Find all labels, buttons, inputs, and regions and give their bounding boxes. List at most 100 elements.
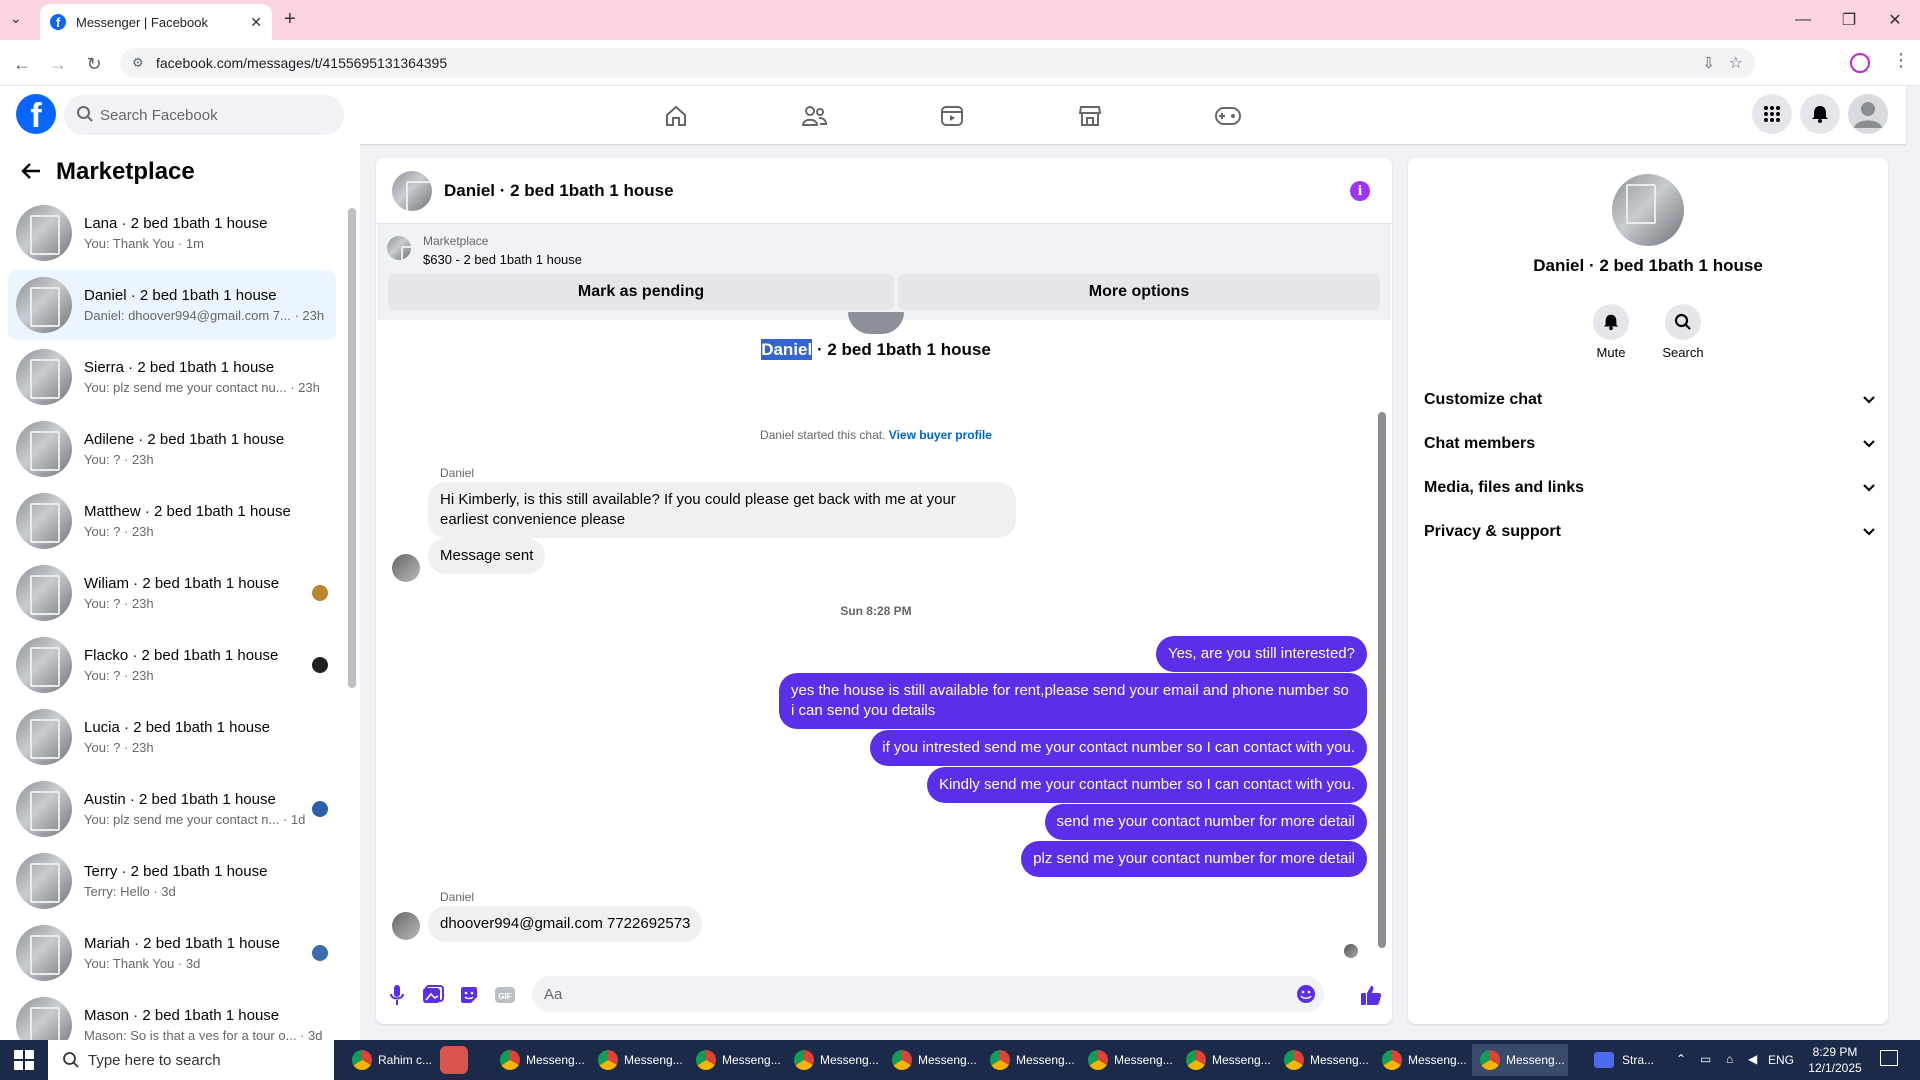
taskbar-app[interactable]: Messeng... bbox=[884, 1044, 980, 1076]
conversation-item[interactable]: Lucia · 2 bed 1bath 1 house You: ? · 23h bbox=[8, 702, 336, 772]
outgoing-message[interactable]: Kindly send me your contact number so I … bbox=[926, 767, 1367, 803]
tray-chevron-up-icon[interactable]: ⌃ bbox=[1676, 1052, 1686, 1066]
language-indicator[interactable]: ENG bbox=[1768, 1053, 1794, 1067]
taskbar-app[interactable]: Messeng... bbox=[982, 1044, 1078, 1076]
app-icon[interactable] bbox=[440, 1046, 468, 1074]
windows-start-icon[interactable] bbox=[14, 1050, 34, 1070]
outgoing-message[interactable]: Yes, are you still interested? bbox=[1155, 636, 1367, 672]
conversation-item[interactable]: Daniel · 2 bed 1bath 1 house Daniel: dhoo… bbox=[8, 270, 336, 340]
incoming-message[interactable]: Message sent bbox=[428, 538, 546, 574]
tab-search-icon[interactable]: ⌄ bbox=[10, 10, 22, 27]
install-app-icon[interactable]: ⇩ bbox=[1702, 54, 1715, 72]
close-window-button[interactable]: ✕ bbox=[1872, 6, 1918, 34]
account-avatar[interactable] bbox=[1848, 94, 1888, 134]
facebook-search-input[interactable]: Search Facebook bbox=[64, 95, 344, 135]
bookmark-star-icon[interactable]: ☆ bbox=[1729, 53, 1743, 73]
conversation-item[interactable]: Lana · 2 bed 1bath 1 house You: Thank You… bbox=[8, 198, 336, 268]
conversation-item[interactable]: Flacko · 2 bed 1bath 1 house You: ? · 23h bbox=[8, 630, 336, 700]
mark-as-pending-button[interactable]: Mark as pending bbox=[388, 274, 894, 310]
taskbar-app[interactable]: Messeng... bbox=[688, 1044, 784, 1076]
more-options-button[interactable]: More options bbox=[898, 274, 1380, 310]
profile-icon[interactable] bbox=[1850, 53, 1870, 73]
chat-members-section[interactable]: Chat members bbox=[1424, 424, 1876, 464]
conversation-item[interactable]: Sierra · 2 bed 1bath 1 house You: plz sen… bbox=[8, 342, 336, 412]
conversation-item[interactable]: Mariah · 2 bed 1bath 1 house You: Thank Y… bbox=[8, 918, 336, 988]
browser-menu-icon[interactable]: ⋮ bbox=[1892, 50, 1910, 71]
nav-home-icon[interactable] bbox=[620, 96, 732, 136]
nav-gaming-icon[interactable] bbox=[1172, 96, 1284, 136]
browser-tab[interactable]: f Messenger | Facebook ✕ bbox=[40, 4, 272, 40]
outgoing-message[interactable]: send me your contact number for more det… bbox=[1044, 804, 1367, 840]
emoji-icon[interactable] bbox=[1296, 984, 1316, 1004]
listing-price-title[interactable]: $630 - 2 bed 1bath 1 house bbox=[423, 252, 582, 267]
view-buyer-profile-link[interactable]: View buyer profile bbox=[889, 428, 992, 442]
gif-icon[interactable]: GIF bbox=[494, 984, 516, 1006]
conversation-item[interactable]: Matthew · 2 bed 1bath 1 house You: ? · 23… bbox=[8, 486, 336, 556]
taskbar-app[interactable]: Messeng... bbox=[1374, 1044, 1470, 1076]
taskbar-search-input[interactable]: Type here to search bbox=[48, 1040, 334, 1080]
conversation-item[interactable]: Wiliam · 2 bed 1bath 1 house You: ? · 23h bbox=[8, 558, 336, 628]
taskbar-app[interactable]: Messeng... bbox=[492, 1044, 588, 1076]
tab-title: Messenger | Facebook bbox=[76, 14, 208, 30]
taskbar-app[interactable]: Messeng... bbox=[1178, 1044, 1274, 1076]
nav-marketplace-icon[interactable] bbox=[1034, 96, 1146, 136]
back-arrow-icon[interactable] bbox=[20, 160, 42, 182]
conversation-preview: You: ? · 23h bbox=[84, 524, 154, 539]
media-files-links-section[interactable]: Media, files and links bbox=[1424, 468, 1876, 508]
taskbar-clock[interactable]: 8:29 PM 12/1/2025 bbox=[1800, 1044, 1870, 1076]
outgoing-message[interactable]: yes the house is still available for ren… bbox=[779, 673, 1367, 729]
site-info-icon[interactable]: ⚙ bbox=[132, 55, 144, 71]
sticker-icon[interactable] bbox=[458, 984, 480, 1006]
microphone-icon[interactable] bbox=[386, 984, 408, 1006]
tray-network-icon[interactable]: ▭ bbox=[1700, 1052, 1711, 1066]
customize-chat-section[interactable]: Customize chat bbox=[1424, 380, 1876, 420]
chat-avatar[interactable] bbox=[392, 170, 432, 211]
search-label[interactable]: Search bbox=[1643, 345, 1723, 360]
facebook-logo-icon[interactable]: f bbox=[16, 94, 56, 134]
menu-grid-icon[interactable] bbox=[1752, 94, 1792, 134]
restore-button[interactable]: ❐ bbox=[1826, 6, 1872, 34]
message-input[interactable]: Aa bbox=[532, 976, 1324, 1012]
taskbar-app[interactable]: Stra... bbox=[1586, 1044, 1674, 1076]
sender-avatar[interactable] bbox=[392, 912, 420, 940]
photo-icon[interactable] bbox=[422, 984, 444, 1006]
conversation-item[interactable]: Austin · 2 bed 1bath 1 house You: plz sen… bbox=[8, 774, 336, 844]
forward-arrow-icon[interactable]: → bbox=[46, 52, 70, 76]
notifications-bell-icon[interactable] bbox=[1800, 94, 1840, 134]
taskbar-app[interactable]: Messeng... bbox=[1472, 1044, 1568, 1076]
mute-label[interactable]: Mute bbox=[1571, 345, 1651, 360]
sidebar-scrollbar[interactable] bbox=[348, 208, 356, 688]
nav-video-icon[interactable] bbox=[896, 96, 1008, 136]
mute-bell-icon[interactable] bbox=[1593, 304, 1629, 340]
sender-avatar[interactable] bbox=[392, 554, 420, 582]
address-bar[interactable]: ⚙ facebook.com/messages/t/41556951313643… bbox=[120, 48, 1755, 78]
taskbar-app[interactable]: Messeng... bbox=[1080, 1044, 1176, 1076]
notification-center-icon[interactable] bbox=[1880, 1050, 1898, 1066]
conversation-item[interactable]: Terry · 2 bed 1bath 1 house Terry: Hello … bbox=[8, 846, 336, 916]
nav-friends-icon[interactable] bbox=[758, 96, 870, 136]
minimize-button[interactable]: — bbox=[1780, 6, 1826, 34]
reload-icon[interactable]: ↻ bbox=[82, 52, 106, 76]
taskbar-app[interactable]: Rahim c... bbox=[344, 1044, 440, 1076]
incoming-message[interactable]: dhoover994@gmail.com 7722692573 bbox=[428, 906, 703, 942]
incoming-message[interactable]: Hi Kimberly, is this still available? If… bbox=[428, 482, 1016, 538]
listing-thumbnail[interactable] bbox=[387, 236, 411, 260]
outgoing-message[interactable]: plz send me your contact number for more… bbox=[1021, 841, 1367, 877]
tab-close-icon[interactable]: ✕ bbox=[250, 14, 262, 31]
privacy-support-section[interactable]: Privacy & support bbox=[1424, 512, 1876, 552]
thumbs-up-icon[interactable] bbox=[1360, 984, 1382, 1006]
chat-title[interactable]: Daniel · 2 bed 1bath 1 house bbox=[444, 181, 674, 201]
outgoing-message[interactable]: if you intrested send me your contact nu… bbox=[870, 730, 1367, 766]
taskbar-app[interactable]: Messeng... bbox=[786, 1044, 882, 1076]
new-tab-button[interactable]: + bbox=[284, 8, 296, 31]
conversation-item[interactable]: Adilene · 2 bed 1bath 1 house You: ? · 23… bbox=[8, 414, 336, 484]
info-icon[interactable]: i bbox=[1350, 181, 1370, 201]
tray-wifi-icon[interactable]: ⌂ bbox=[1726, 1052, 1733, 1066]
taskbar-app[interactable]: Messeng... bbox=[590, 1044, 686, 1076]
back-arrow-icon[interactable]: ← bbox=[10, 52, 34, 76]
details-avatar[interactable] bbox=[1612, 174, 1684, 246]
taskbar-app[interactable]: Messeng... bbox=[1276, 1044, 1372, 1076]
tray-volume-icon[interactable]: ◀ bbox=[1748, 1052, 1757, 1066]
search-in-chat-icon[interactable] bbox=[1665, 304, 1701, 340]
chat-scrollbar[interactable] bbox=[1378, 412, 1386, 948]
